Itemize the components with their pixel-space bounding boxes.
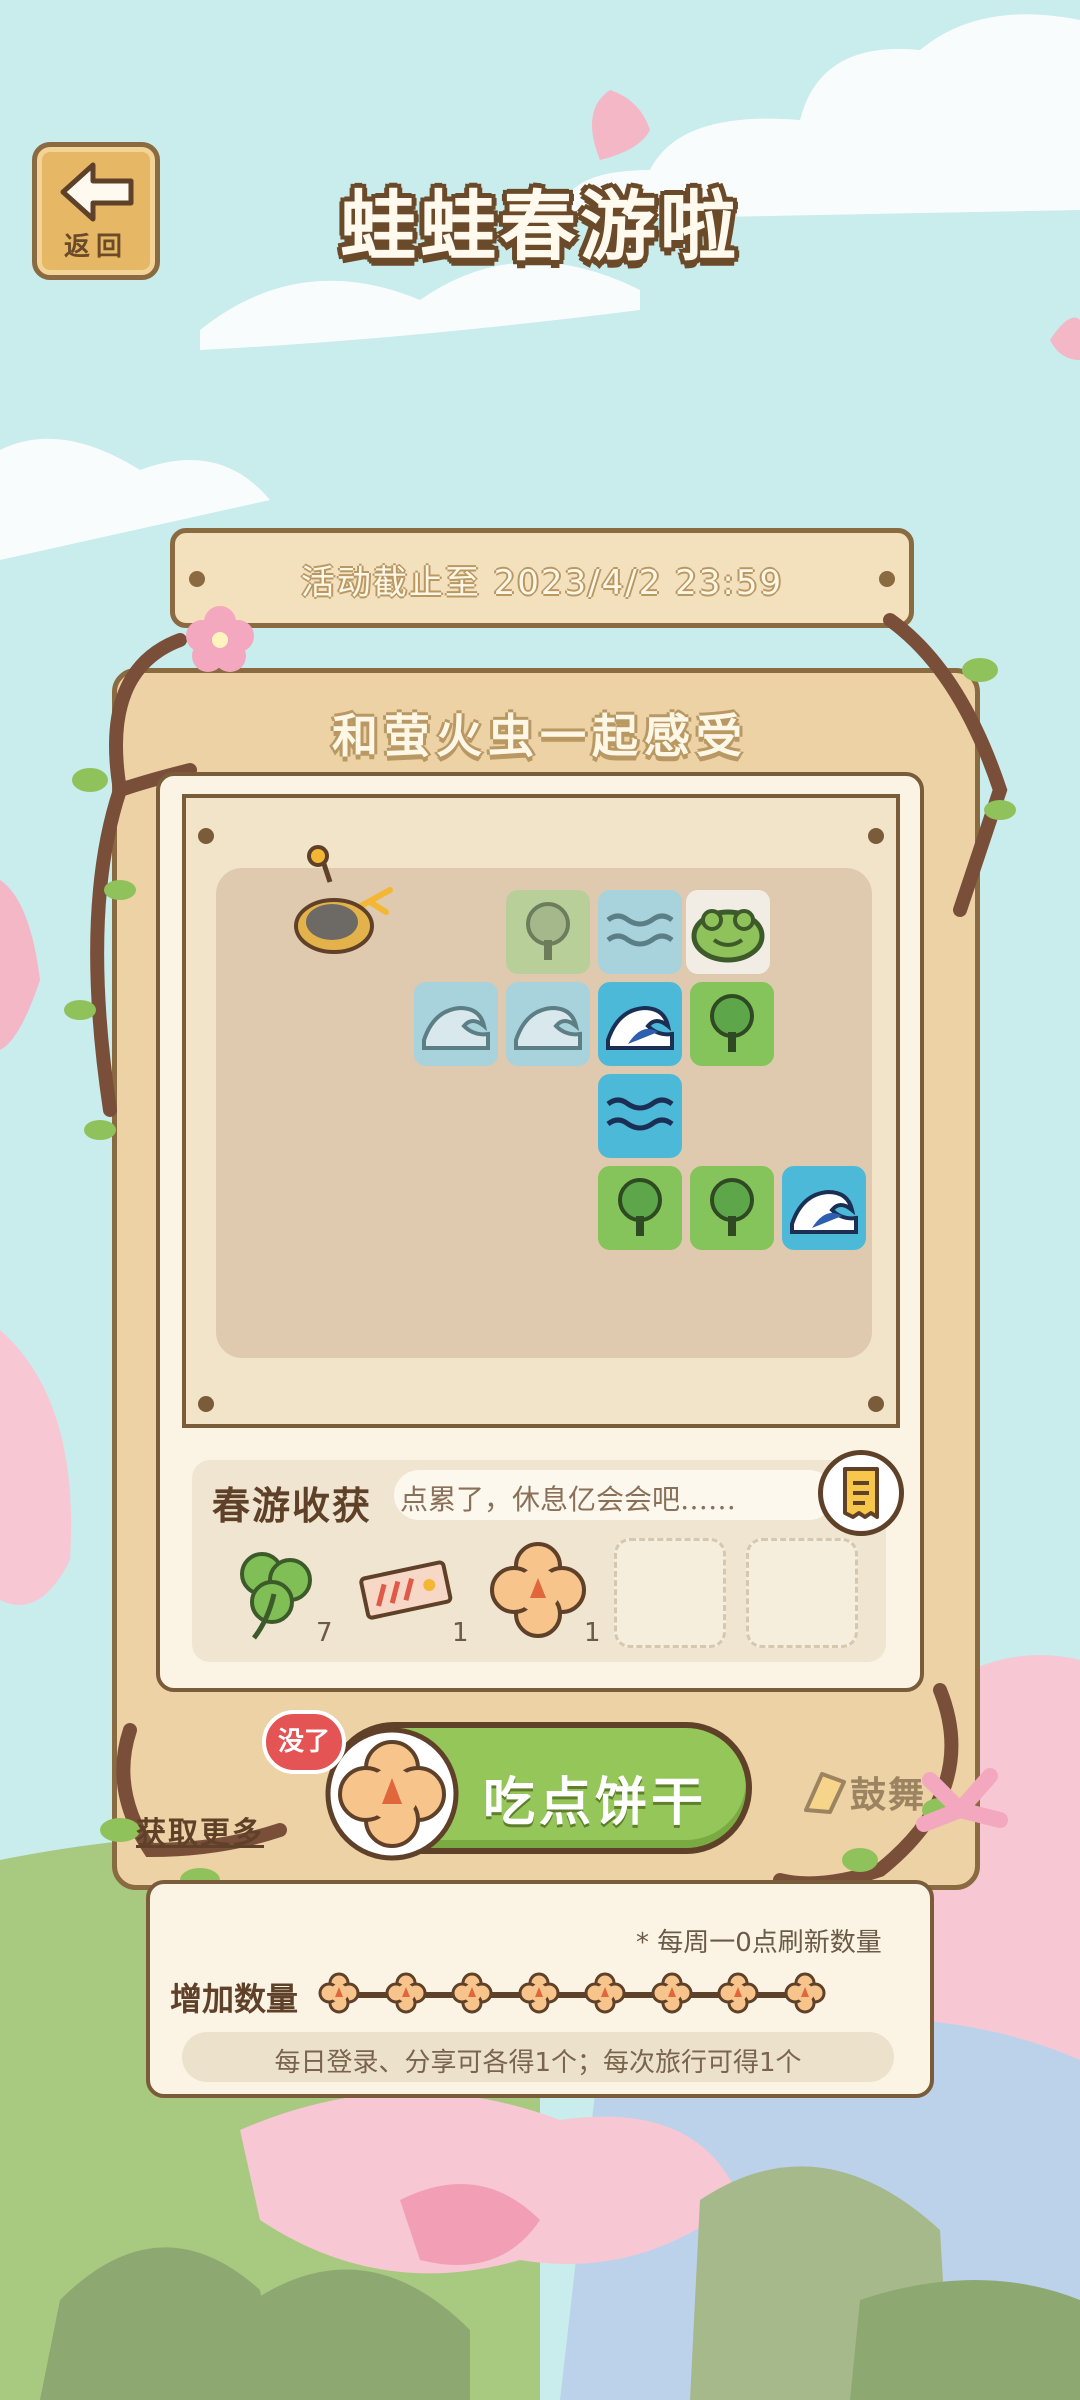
tree-tile[interactable] xyxy=(690,982,774,1066)
travel-log-button[interactable] xyxy=(818,1450,904,1536)
flag-icon xyxy=(804,1772,846,1814)
wave-tile[interactable] xyxy=(598,982,682,1066)
clover-icon[interactable] xyxy=(228,1540,324,1644)
nail xyxy=(198,828,214,844)
encourage-label: 鼓舞 xyxy=(850,1775,927,1816)
info-text: 每日登录、分享可各得1个；每次旅行可得1个 xyxy=(274,2048,802,2078)
tree-tile[interactable] xyxy=(690,1166,774,1250)
wave-tile[interactable] xyxy=(782,1166,866,1250)
out-of-stock-badge: 没了 xyxy=(262,1710,346,1774)
encourage-button[interactable]: 鼓舞 xyxy=(800,1760,940,1820)
receipt-icon xyxy=(843,1467,879,1519)
water-tile[interactable] xyxy=(598,890,682,974)
status-text: 点累了，休息亿会会吧…… xyxy=(400,1483,737,1516)
add-count-label: 增加数量 xyxy=(170,1980,299,2018)
tree-icon xyxy=(710,994,754,1052)
event-subtitle: 和萤火虫一起感受 xyxy=(332,709,748,763)
harvest-title: 春游收获 xyxy=(212,1484,373,1528)
tree-icon xyxy=(526,902,570,960)
wave-icon xyxy=(790,1189,858,1234)
clover-count: 7 xyxy=(316,1618,333,1648)
empty-slot xyxy=(614,1538,726,1648)
cookie-slot-icon xyxy=(451,1972,493,2014)
wave-tile[interactable] xyxy=(414,982,498,1066)
ticket-icon[interactable] xyxy=(356,1556,456,1626)
status-bubble: 点累了，休息亿会会吧…… xyxy=(394,1470,834,1520)
travel-map xyxy=(216,845,872,1358)
cookie-slot-icon xyxy=(584,1972,626,2014)
cookie-slot-icon xyxy=(651,1972,692,2014)
frog-icon xyxy=(691,909,765,963)
tree-icon xyxy=(710,1178,754,1236)
cookie-count: 1 xyxy=(584,1618,601,1648)
cookie-icon[interactable] xyxy=(488,1540,588,1640)
cookie-slot-icon xyxy=(385,1972,426,2014)
tree-tile[interactable] xyxy=(506,890,590,974)
nail xyxy=(868,828,884,844)
tree-icon xyxy=(618,1178,662,1236)
get-more-link[interactable]: 获取更多 xyxy=(136,1808,264,1852)
nail xyxy=(198,1396,214,1412)
water-tile[interactable] xyxy=(598,1074,682,1158)
wave-tile[interactable] xyxy=(506,982,590,1066)
wave-icon xyxy=(606,1005,674,1050)
page-title: 蛙蛙春游啦 xyxy=(340,182,740,271)
nail xyxy=(868,1396,884,1412)
water-icon xyxy=(606,1097,674,1131)
info-bar: 每日登录、分享可各得1个；每次旅行可得1个 xyxy=(182,2032,894,2082)
empty-slot xyxy=(746,1538,858,1648)
cookie-slot-icon xyxy=(518,1972,559,2014)
frog-tile[interactable] xyxy=(686,890,770,974)
eat-cookie-label: 吃点饼干 xyxy=(482,1773,707,1833)
water-icon xyxy=(606,913,674,947)
tree-tile[interactable] xyxy=(598,1166,682,1250)
ticket-count: 1 xyxy=(452,1618,469,1648)
wave-icon xyxy=(422,1005,490,1050)
cookie-slot-icon xyxy=(784,1972,825,2014)
snail-icon xyxy=(294,845,393,954)
wave-icon xyxy=(514,1005,582,1050)
cookie-slot-icon xyxy=(318,1972,360,2014)
cookie-slot-icon xyxy=(717,1972,759,2014)
refresh-note: * 每周一0点刷新数量 xyxy=(636,1928,882,1958)
